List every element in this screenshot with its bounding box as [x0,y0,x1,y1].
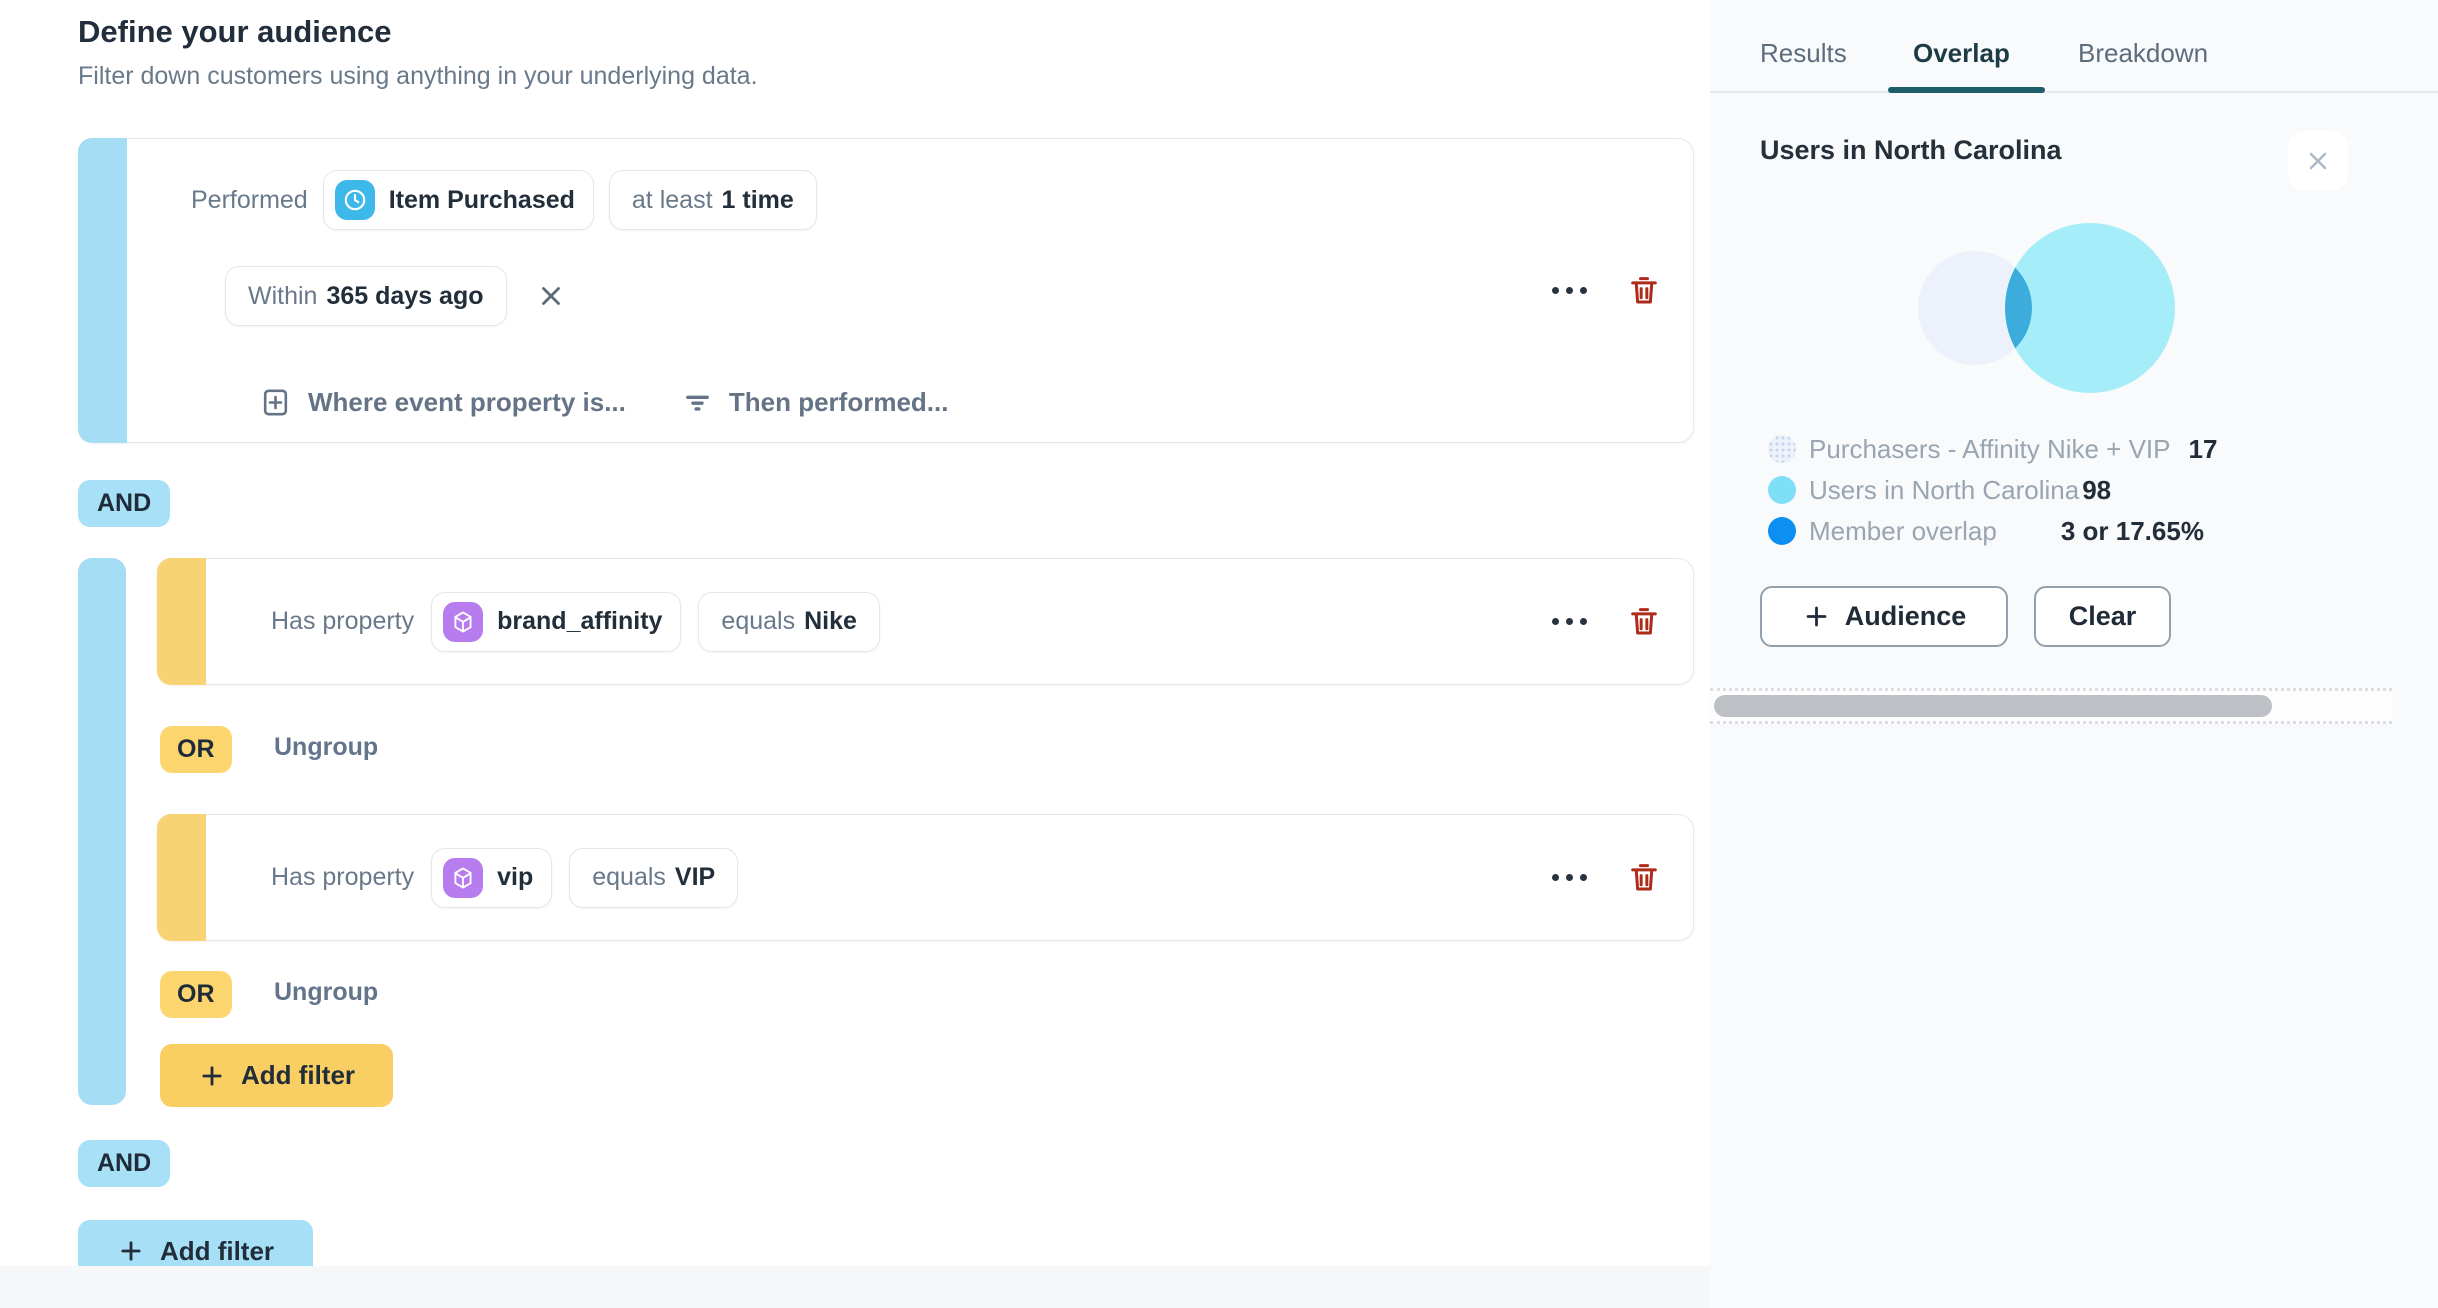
property-filter-row: Has property vip equals VIP [157,814,1694,941]
legend-dot-overlap [1768,517,1796,545]
legend-value: 17 [2188,433,2218,464]
more-options-icon[interactable] [1550,612,1589,631]
overlap-audience-title: Users in North Carolina [1760,135,2062,165]
ungroup-link[interactable]: Ungroup [274,978,378,1007]
delete-filter-icon[interactable] [1627,603,1661,639]
plus-icon [1806,606,1827,627]
legend-dot-set-b [1768,476,1796,504]
frequency-prefix: at least [631,185,713,214]
time-window-chip[interactable]: Within 365 days ago [225,266,507,326]
clock-icon [334,180,375,220]
event-filter-card: Performed Item Purchased at least 1 time… [78,138,1694,443]
condition-value: VIP [674,863,716,891]
legend-value: 3 or 17.65% [2060,515,2204,546]
close-icon [2309,152,2327,170]
plus-square-icon [259,386,292,419]
event-filter-main-row: Performed Item Purchased at least 1 time [191,170,817,230]
overlap-venn-chart [1918,223,2175,393]
and-operator-badge[interactable]: AND [78,480,171,527]
condition-chip[interactable]: equals Nike [698,591,880,652]
condition-operator: equals [721,607,796,635]
more-options-icon[interactable] [1550,281,1589,300]
subgroup-indicator-bar [157,558,206,685]
legend-dot-set-a [1768,435,1796,463]
window-prefix: Within [248,281,318,310]
legend-row: Member overlap 3 or 17.65% [1768,516,2204,546]
cube-icon [443,857,484,898]
property-name: vip [497,863,534,891]
legend-value: 98 [2082,474,2112,505]
horizontal-scrollbar-track[interactable] [1710,688,2392,724]
condition-operator: equals [592,863,666,891]
close-panel-button[interactable] [2288,131,2348,191]
group-indicator-bar [78,558,126,1105]
audience-builder: Define your audience Filter down custome… [0,0,2438,1308]
more-options-icon[interactable] [1550,868,1589,887]
time-window-row: Within 365 days ago [225,266,570,326]
event-filter-links: Where event property is... Then performe… [259,379,948,425]
active-tab-underline [1888,87,2045,93]
frequency-value: 1 time [721,185,794,214]
then-performed-link[interactable]: Then performed... [682,387,948,418]
tab-breakdown[interactable]: Breakdown [2078,38,2208,68]
event-filter-actions [1550,272,1661,308]
tab-overlap[interactable]: Overlap [1913,38,2010,68]
legend-label: Users in North Carolina [1809,474,2080,505]
group-indicator-bar [78,138,127,443]
plus-icon [202,1065,222,1086]
delete-filter-icon[interactable] [1627,859,1661,895]
event-name: Item Purchased [388,185,575,214]
has-property-label: Has property [271,607,415,635]
or-operator-badge[interactable]: OR [160,726,232,773]
page-title: Define your audience [78,14,392,49]
property-filter-actions [1550,603,1661,639]
remove-time-window-icon[interactable] [532,277,570,315]
tab-results[interactable]: Results [1760,38,1847,68]
where-event-property-link[interactable]: Where event property is... [259,386,626,419]
and-operator-badge[interactable]: AND [78,1140,171,1187]
plus-icon [121,1241,141,1261]
has-property-label: Has property [271,863,415,891]
property-name: brand_affinity [497,607,663,635]
clear-button[interactable]: Clear [2034,586,2171,647]
cube-icon [443,601,484,642]
property-filter-content: Has property brand_affinity equals Nike [271,559,880,684]
page-subtitle: Filter down customers using anything in … [78,62,758,90]
legend-label: Member overlap [1809,515,1997,546]
filter-lines-icon [682,387,713,418]
add-audience-button[interactable]: Audience [1760,586,2008,647]
or-operator-badge[interactable]: OR [160,971,232,1018]
legend-label: Purchasers - Affinity Nike + VIP [1809,433,2171,464]
subgroup-indicator-bar [157,814,206,941]
canvas-bottom-edge [0,1266,1710,1308]
frequency-chip[interactable]: at least 1 time [608,170,817,230]
condition-chip[interactable]: equals VIP [569,847,739,908]
property-filter-actions [1550,859,1661,895]
window-value: 365 days ago [326,281,484,310]
tabbar-divider [1710,91,2438,93]
horizontal-scrollbar-thumb[interactable] [1714,695,2272,717]
delete-filter-icon[interactable] [1627,272,1661,308]
property-chip[interactable]: brand_affinity [431,591,682,652]
condition-value: Nike [804,607,857,635]
ungroup-link[interactable]: Ungroup [274,733,378,762]
legend-row: Users in North Carolina 98 [1768,475,2111,505]
property-filter-content: Has property vip equals VIP [271,815,739,940]
event-chip[interactable]: Item Purchased [322,170,594,230]
insights-panel: Results Overlap Breakdown Users in North… [1710,0,2438,1308]
property-filter-row: Has property brand_affinity equals Nike [157,558,1694,685]
legend-row: Purchasers - Affinity Nike + VIP 17 [1768,434,2217,464]
performed-label: Performed [191,185,308,214]
property-chip[interactable]: vip [431,847,553,908]
group-add-filter-button[interactable]: Add filter [160,1044,393,1107]
